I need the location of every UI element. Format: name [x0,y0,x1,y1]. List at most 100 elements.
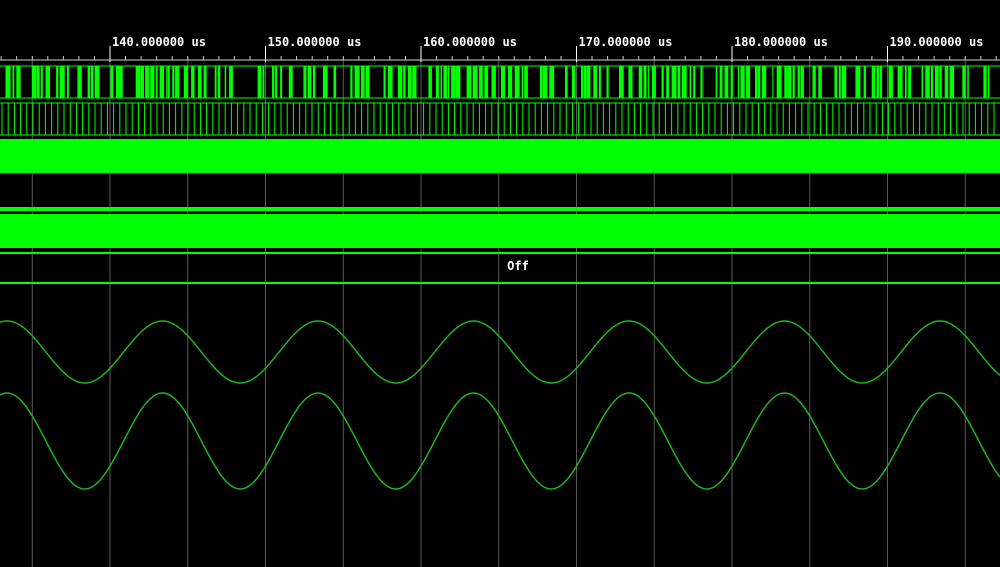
dense-pulse [229,66,233,98]
dense-pulse [145,66,150,98]
dense-pulse [988,66,990,98]
dense-pulse [361,66,365,98]
dense-pulse [757,66,761,98]
dense-pulse [116,66,120,98]
dense-pulse [12,66,15,98]
dense-pulse [908,66,911,98]
trace-bus-1[interactable] [0,139,1000,173]
dense-pulse [397,66,403,98]
dense-pulse [542,66,548,98]
dense-pulse [514,66,520,98]
dense-pulse [40,66,43,98]
dense-pulse [67,66,69,98]
dense-pulse [466,66,472,98]
dense-pulse [90,66,94,98]
dense-pulse [214,66,217,98]
dense-pulse [140,66,144,98]
dense-pulse [599,66,601,98]
dense-pulse [841,66,847,98]
dense-pulse [183,66,189,98]
bus-2-top-edge [0,207,1000,211]
dense-pulse [834,66,838,98]
dense-pulse [77,66,82,98]
dense-pulse [110,66,114,98]
dense-pulse [838,66,841,98]
dense-pulse [524,66,528,98]
dense-pulse [350,66,353,98]
dense-pulse [472,66,478,98]
dense-pulse [288,66,293,98]
dense-pulse [581,66,584,98]
dense-pulse [671,66,677,98]
dense-pulse [949,66,955,98]
dense-pulse [962,66,966,98]
dense-pulse [677,66,681,98]
dense-pulse [479,66,483,98]
dense-pulse [484,66,489,98]
dense-pulse [935,66,939,98]
dense-pulse [159,66,164,98]
dense-pulse [403,66,406,98]
ruler-tick-label: 150.000000 us [268,35,362,49]
dense-pulse [443,66,447,98]
dense-pulse [262,66,265,98]
dense-pulse [792,66,795,98]
dense-pulse [383,66,386,98]
dense-pulse [224,66,227,98]
dense-pulse [638,66,643,98]
ruler-tick-label: 170.000000 us [579,35,673,49]
dense-pulse [666,66,670,98]
bus-2-fill [0,214,1000,248]
dense-pulse [787,66,792,98]
dense-pulse [387,66,393,98]
dense-pulse [45,66,50,98]
ruler-tick-label: 160.000000 us [423,35,517,49]
dense-pulse [682,66,687,98]
dense-pulse [715,66,718,98]
dense-pulse [198,66,202,98]
dense-pulse [203,66,207,98]
dense-pulse [643,66,647,98]
waveform-viewer[interactable]: 140.000000 us 150.000000 us 160.000000 us 1… [0,0,1000,567]
dense-pulse [313,66,316,98]
dense-pulse [59,66,65,98]
dense-pulse [930,66,934,98]
dense-pulse [700,66,702,98]
dense-pulse [94,66,100,98]
bus-1-fill [0,139,1000,173]
dense-pulse [855,66,861,98]
dense-pulse [772,66,774,98]
dense-pulse [737,66,739,98]
dense-pulse [730,66,733,98]
dense-pulse [16,66,21,98]
dense-pulse [876,66,880,98]
dense-pulse [521,66,524,98]
dense-pulse [818,66,822,98]
dense-pulse [500,66,506,98]
dense-pulse [5,66,11,98]
dense-pulse [944,66,949,98]
dense-pulse [322,66,328,98]
dense-pulse [257,66,262,98]
dense-pulse [87,66,91,98]
dense-pulse [272,66,275,98]
dense-pulse [897,66,903,98]
dense-pulse [539,66,543,98]
dense-pulse [150,66,155,98]
ruler-tick-label: 190.000000 us [890,35,984,49]
dense-pulse [119,66,123,98]
dense-pulse [36,66,40,98]
dense-pulse [880,66,882,98]
ruler-tick-label: 180.000000 us [734,35,828,49]
dense-pulse [693,66,696,98]
dense-pulse [586,66,591,98]
dense-pulse [583,66,587,98]
dense-pulse [407,66,412,98]
dense-pulse [863,66,866,98]
dense-pulse [412,66,417,98]
dense-pulse [135,66,141,98]
dense-pulse [719,66,723,98]
dense-pulse [967,66,969,98]
dense-pulse [905,66,907,98]
dense-pulse [175,66,180,98]
